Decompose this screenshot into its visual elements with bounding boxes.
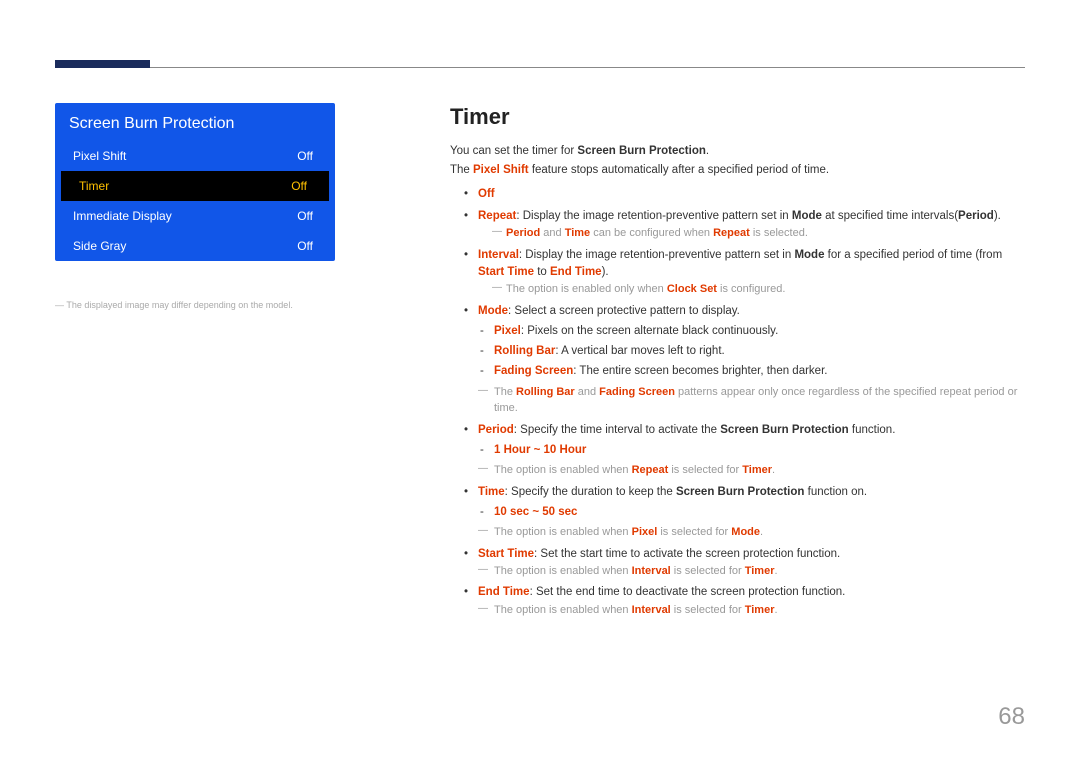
menu-title: Screen Burn Protection (55, 103, 335, 141)
sub-time-range: 10 sec ~ 50 sec (478, 504, 1025, 521)
header-divider (150, 67, 1025, 68)
bullet-interval: Interval: Display the image retention-pr… (450, 247, 1025, 298)
note-mode: The Rolling Bar and Fading Screen patter… (478, 384, 1025, 417)
bullet-off: Off (450, 186, 1025, 203)
header-accent (55, 60, 150, 68)
bullet-end-time: End Time: Set the end time to deactivate… (450, 584, 1025, 618)
menu-item-label: Timer (79, 179, 109, 193)
content-area: Timer You can set the timer for Screen B… (450, 100, 1025, 623)
sub-period-range: 1 Hour ~ 10 Hour (478, 442, 1025, 459)
page-number: 68 (998, 703, 1025, 731)
menu-item-value: Off (297, 149, 313, 163)
menu-item-value: Off (297, 209, 313, 223)
menu-item-side-gray[interactable]: Side Gray Off (55, 231, 335, 261)
intro-line-1: You can set the timer for Screen Burn Pr… (450, 143, 1025, 160)
settings-menu: Screen Burn Protection Pixel ShiftOffTim… (55, 103, 335, 261)
note-interval: The option is enabled only when Clock Se… (478, 281, 1025, 298)
menu-item-timer[interactable]: Timer Off (61, 171, 329, 201)
note-end-time: The option is enabled when Interval is s… (478, 602, 1025, 619)
sub-pixel: Pixel: Pixels on the screen alternate bl… (478, 323, 1025, 340)
menu-item-label: Immediate Display (73, 209, 172, 223)
bullet-period: Period: Specify the time interval to act… (450, 422, 1025, 479)
menu-item-immediate-display[interactable]: Immediate Display Off (55, 201, 335, 231)
model-disclaimer: ― The displayed image may differ dependi… (55, 300, 335, 310)
note-period: The option is enabled when Repeat is sel… (478, 462, 1025, 479)
intro-line-2: The Pixel Shift feature stops automatica… (450, 162, 1025, 179)
section-heading: Timer (450, 100, 1025, 133)
bullet-mode: Mode: Select a screen protective pattern… (450, 303, 1025, 417)
sub-rolling-bar: Rolling Bar: A vertical bar moves left t… (478, 343, 1025, 360)
note-time: The option is enabled when Pixel is sele… (478, 524, 1025, 541)
menu-item-value: Off (297, 239, 313, 253)
sub-fading-screen: Fading Screen: The entire screen becomes… (478, 363, 1025, 380)
menu-item-label: Pixel Shift (73, 149, 126, 163)
note-repeat: Period and Time can be configured when R… (478, 225, 1025, 242)
bullet-time: Time: Specify the duration to keep the S… (450, 484, 1025, 541)
menu-item-value: Off (291, 179, 307, 193)
menu-item-pixel-shift[interactable]: Pixel Shift Off (55, 141, 335, 171)
bullet-repeat: Repeat: Display the image retention-prev… (450, 208, 1025, 242)
menu-item-label: Side Gray (73, 239, 126, 253)
bullet-start-time: Start Time: Set the start time to activa… (450, 546, 1025, 580)
note-start-time: The option is enabled when Interval is s… (478, 563, 1025, 580)
